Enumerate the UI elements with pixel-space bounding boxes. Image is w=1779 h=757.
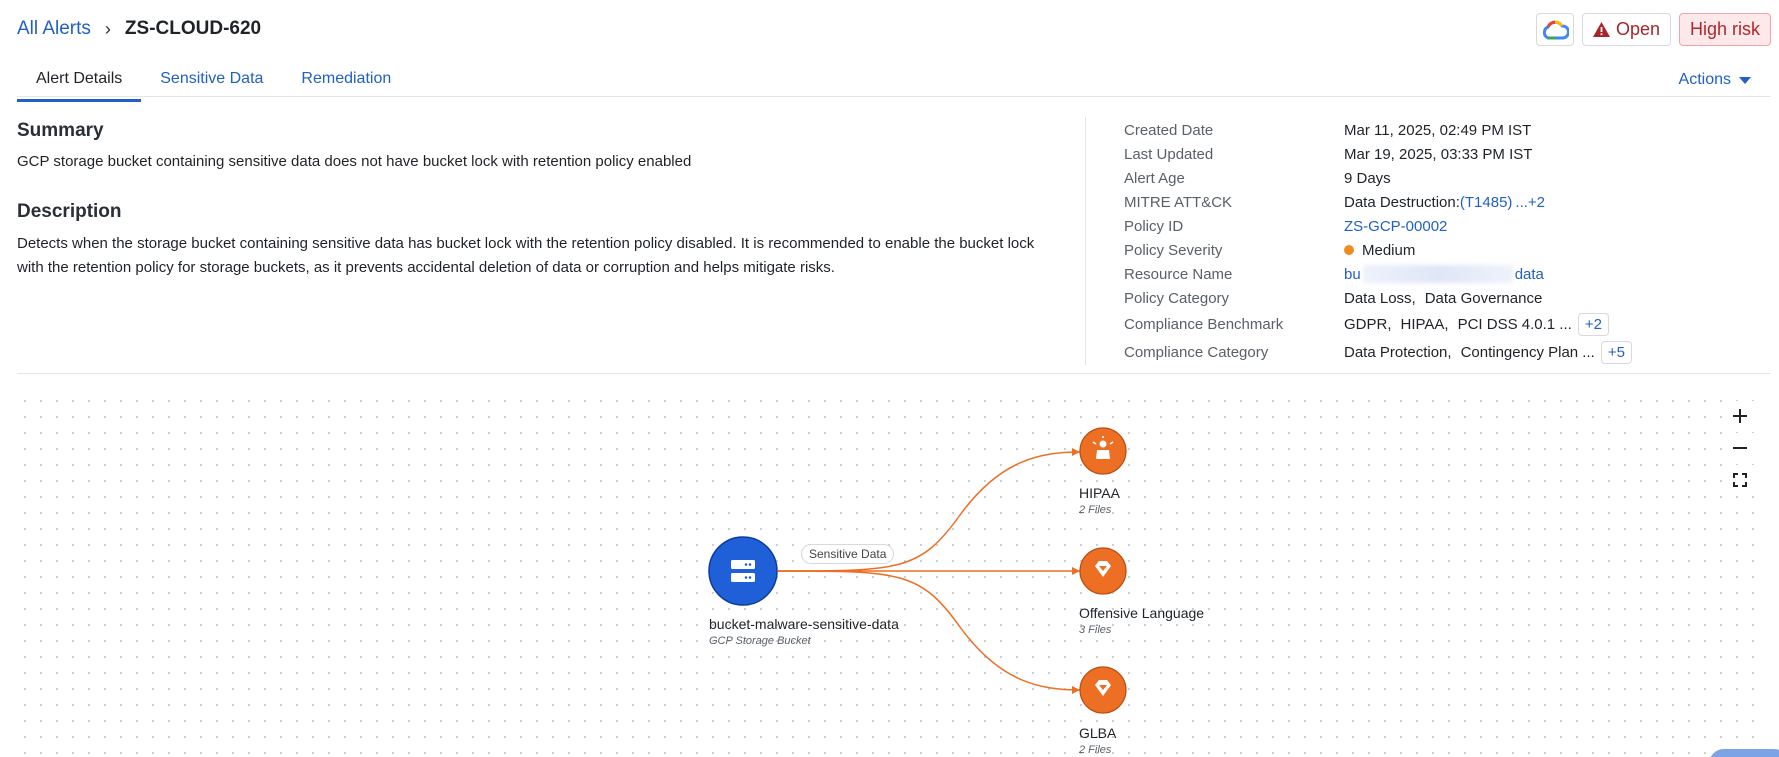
detail-label: Resource Name <box>1124 265 1233 283</box>
status-label: Open <box>1615 19 1660 39</box>
edge-label: Sensitive Data <box>801 544 895 564</box>
resource-name-end: data <box>1514 265 1544 283</box>
resource-name-start: bu <box>1344 265 1361 283</box>
zoom-out-button[interactable] <box>1725 433 1755 463</box>
detail-label: MITRE ATT&CK <box>1124 193 1233 211</box>
description-text: Detects when the storage bucket containi… <box>17 235 1035 276</box>
source-node-name[interactable]: bucket-malware-sensitive-data <box>709 616 899 632</box>
detail-label: Compliance Category <box>1124 343 1269 361</box>
detail-label: Compliance Benchmark <box>1124 315 1284 333</box>
detail-row-resource: Resource Name bu data <box>1124 262 1632 286</box>
detail-value: Data Protection, Contingency Plan ... +5 <box>1344 340 1632 364</box>
benchmark-item: PCI DSS 4.0.1 ... <box>1457 315 1572 333</box>
summary-text: GCP storage bucket containing sensitive … <box>17 153 692 170</box>
breadcrumb: All Alerts › ZS-CLOUD-620 <box>17 18 261 40</box>
detail-label: Policy Category <box>1124 289 1230 307</box>
detail-value: GDPR, HIPAA, PCI DSS 4.0.1 ... +2 <box>1344 312 1609 336</box>
risk-badge: High risk <box>1678 13 1771 46</box>
mitre-code-link[interactable]: (T1485) <box>1460 194 1513 211</box>
summary-title: Summary <box>17 120 104 141</box>
detail-row-policy-id: Policy ID ZS-GCP-00002 <box>1124 214 1632 238</box>
zoom-in-button[interactable] <box>1725 401 1755 431</box>
detail-row-mitre: MITRE ATT&CK Data Destruction: (T1485) .… <box>1124 190 1632 214</box>
compliance-category-item: Contingency Plan ... <box>1460 343 1595 361</box>
caret-down-icon <box>1739 76 1751 84</box>
target-node-files: 2 Files <box>1079 504 1112 516</box>
warning-icon <box>1592 22 1610 37</box>
policy-id-link[interactable]: ZS-GCP-00002 <box>1344 218 1447 235</box>
fullscreen-icon <box>1733 473 1747 487</box>
benchmark-item: GDPR, <box>1344 315 1392 333</box>
target-node-name[interactable]: Offensive Language <box>1079 605 1204 621</box>
graph-canvas[interactable] <box>17 393 1767 757</box>
detail-row-age: Alert Age 9 Days <box>1124 166 1632 190</box>
description-title: Description <box>17 201 122 222</box>
column-divider <box>1085 117 1086 365</box>
detail-row-category: Policy Category Data Loss, Data Governan… <box>1124 286 1632 310</box>
detail-label: Created Date <box>1124 121 1214 139</box>
detail-label: Policy ID <box>1124 217 1184 235</box>
detail-row-compliance-category: Compliance Category Data Protection, Con… <box>1124 338 1632 366</box>
detail-value: Data Destruction: (T1485) ...+2 <box>1344 194 1545 211</box>
resource-name-link[interactable]: bu data <box>1344 265 1544 283</box>
detail-label: Policy Severity <box>1124 241 1223 259</box>
status-badge: Open <box>1581 13 1671 46</box>
compliance-category-more-button[interactable]: +5 <box>1600 340 1632 364</box>
page-title: ZS-CLOUD-620 <box>124 18 262 39</box>
alert-details-panel: Created Date Mar 11, 2025, 02:49 PM IST … <box>1124 118 1632 366</box>
target-node-name[interactable]: GLBA <box>1079 725 1116 741</box>
source-node-type: GCP Storage Bucket <box>709 635 811 647</box>
gcp-cloud-icon <box>1535 13 1574 46</box>
mitre-more-link[interactable]: ...+2 <box>1515 194 1545 211</box>
category-item: Data Governance <box>1424 289 1543 307</box>
compliance-category-item: Data Protection, <box>1344 343 1452 361</box>
detail-row-created: Created Date Mar 11, 2025, 02:49 PM IST <box>1124 118 1632 142</box>
category-item: Data Loss, <box>1344 289 1416 307</box>
fit-view-button[interactable] <box>1725 465 1755 495</box>
detail-label: Last Updated <box>1124 145 1214 163</box>
severity-dot-icon <box>1344 245 1354 255</box>
target-node-files: 2 Files <box>1079 744 1112 756</box>
zoom-controls <box>1725 401 1755 495</box>
severity-value: Medium <box>1362 241 1416 259</box>
chat-launcher-button[interactable] <box>1709 749 1779 757</box>
detail-row-updated: Last Updated Mar 19, 2025, 03:33 PM IST <box>1124 142 1632 166</box>
detail-value: Medium <box>1344 242 1415 259</box>
detail-value: 9 Days <box>1344 169 1391 187</box>
actions-label: Actions <box>1678 71 1731 88</box>
benchmark-more-button[interactable]: +2 <box>1577 312 1609 336</box>
detail-label: Alert Age <box>1124 169 1185 187</box>
chevron-right-icon: › <box>104 18 111 39</box>
detail-value: Mar 19, 2025, 03:33 PM IST <box>1344 145 1533 163</box>
target-node-files: 3 Files <box>1079 624 1112 636</box>
detail-row-severity: Policy Severity Medium <box>1124 238 1632 262</box>
detail-value: Mar 11, 2025, 02:49 PM IST <box>1344 121 1532 139</box>
detail-row-benchmark: Compliance Benchmark GDPR, HIPAA, PCI DS… <box>1124 310 1632 338</box>
mitre-technique: Data Destruction: <box>1344 193 1460 211</box>
benchmark-item: HIPAA, <box>1400 315 1449 333</box>
breadcrumb-all-alerts-link[interactable]: All Alerts <box>17 18 91 40</box>
plus-icon <box>1733 409 1747 423</box>
detail-value: Data Loss, Data Governance <box>1344 290 1542 307</box>
redacted-text <box>1362 265 1513 283</box>
minus-icon <box>1733 447 1747 449</box>
header-badges: Open High risk <box>1535 13 1771 46</box>
tabs-divider <box>17 96 1771 97</box>
actions-dropdown[interactable]: Actions <box>1679 71 1751 89</box>
section-divider <box>17 373 1771 374</box>
target-node-name[interactable]: HIPAA <box>1079 485 1120 501</box>
